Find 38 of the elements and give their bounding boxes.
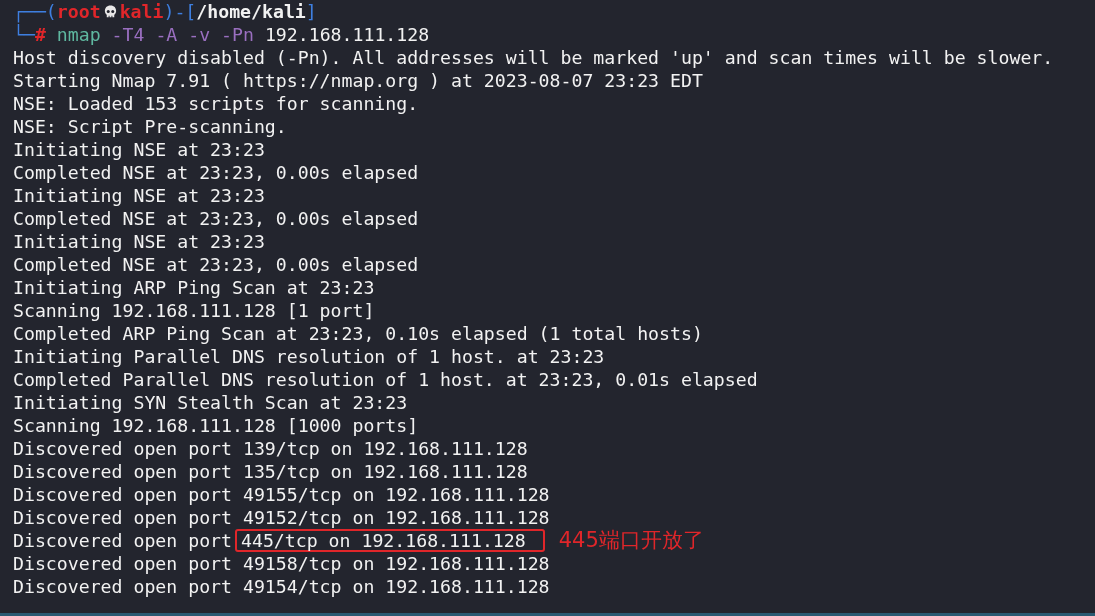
prompt-frame: )-[ xyxy=(163,0,197,23)
command-options: -T4 -A -v -Pn xyxy=(111,23,254,46)
output-line: Discovered open port 135/tcp on 192.168.111.128 xyxy=(13,460,528,483)
prompt-frame: ] xyxy=(305,0,317,23)
skull-icon xyxy=(102,3,118,20)
prompt-user: root xyxy=(56,0,101,23)
prompt-frame: ┌──( xyxy=(13,0,57,23)
output-line: Scanning 192.168.111.128 [1 port] xyxy=(13,299,375,322)
prompt-frame: └─ xyxy=(13,23,35,46)
output-line: Completed ARP Ping Scan at 23:23, 0.10s elapsed (1 total hosts) xyxy=(13,322,703,345)
command-argument: 192.168.111.128 xyxy=(264,23,430,46)
command-name: nmap xyxy=(56,23,101,46)
output-line: Initiating NSE at 23:23 xyxy=(13,184,265,207)
output-line: NSE: Script Pre-scanning. xyxy=(13,115,287,138)
output-line: Initiating Parallel DNS resolution of 1 host. at 23:23 xyxy=(13,345,605,368)
output-line: Discovered open port 49158/tcp on 192.168.111.128 xyxy=(13,552,550,575)
output-line: Starting Nmap 7.91 ( https://nmap.org ) at 2023-08-07 23:23 EDT xyxy=(13,69,703,92)
output-line: Initiating ARP Ping Scan at 23:23 xyxy=(13,276,375,299)
output-line: Initiating NSE at 23:23 xyxy=(13,230,265,253)
output-line: Completed NSE at 23:23, 0.00s elapsed xyxy=(13,161,419,184)
prompt-host: kali xyxy=(119,0,164,23)
prompt-symbol: # xyxy=(34,24,46,46)
annotation-text: 445端口开放了 xyxy=(558,529,704,552)
output-line: Discovered open port 49155/tcp on 192.168.111.128 xyxy=(13,483,550,506)
output-line: Host discovery disabled (-Pn). All addresses will be marked 'up' and scan times will be slower. xyxy=(13,46,1054,69)
output-line: Discovered open port 49154/tcp on 192.168.111.128 xyxy=(13,575,550,598)
highlight-box: 445/tcp on 192.168.111.128 xyxy=(235,529,545,552)
output-line: Discovered open port xyxy=(13,529,232,552)
output-line: Completed NSE at 23:23, 0.00s elapsed xyxy=(13,207,419,230)
output-line: Scanning 192.168.111.128 [1000 ports] xyxy=(13,414,419,437)
output-line: Discovered open port 49152/tcp on 192.168.111.128 xyxy=(13,506,550,529)
output-line: Completed Parallel DNS resolution of 1 host. at 23:23, 0.01s elapsed xyxy=(13,368,758,391)
output-line: NSE: Loaded 153 scripts for scanning. xyxy=(13,92,419,115)
output-line: Initiating SYN Stealth Scan at 23:23 xyxy=(13,391,408,414)
output-line: Discovered open port 139/tcp on 192.168.111.128 xyxy=(13,437,528,460)
prompt-path: /home/kali xyxy=(196,0,306,23)
output-line: Initiating NSE at 23:23 xyxy=(13,138,265,161)
output-line: Completed NSE at 23:23, 0.00s elapsed xyxy=(13,253,419,276)
